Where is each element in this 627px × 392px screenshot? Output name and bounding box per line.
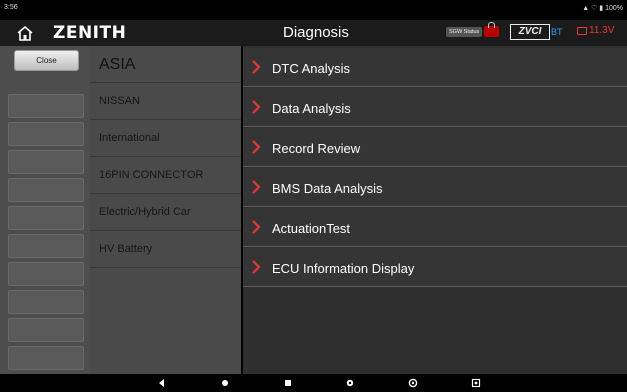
function-label: DTC Analysis bbox=[272, 61, 351, 76]
function-label: BMS Data Analysis bbox=[272, 181, 383, 196]
signal-icon: ▲ ♡ ▮ bbox=[582, 5, 604, 12]
status-bar: 3:56 ▲ ♡ ▮ 100% bbox=[0, 0, 627, 20]
bluetooth-label: BT bbox=[551, 27, 563, 37]
sgw-status[interactable]: SGW Status bbox=[446, 22, 500, 37]
back-icon[interactable] bbox=[156, 377, 168, 389]
function-item-bms-data-analysis[interactable]: BMS Data Analysis bbox=[243, 168, 627, 207]
side-slot bbox=[8, 262, 84, 286]
side-slot bbox=[8, 346, 84, 370]
side-slot bbox=[8, 318, 84, 342]
voltage-value: 11.3V bbox=[589, 25, 615, 36]
page-title: Diagnosis bbox=[283, 24, 349, 41]
side-slot bbox=[8, 122, 84, 146]
system-nav-bar bbox=[0, 374, 627, 392]
status-indicators: ▲ ♡ ▮ 100% bbox=[582, 4, 623, 12]
chevron-right-icon bbox=[252, 220, 261, 234]
side-slot bbox=[8, 94, 84, 118]
function-list: DTC Analysis Data Analysis Record Review… bbox=[243, 46, 627, 374]
chevron-right-icon bbox=[252, 140, 261, 154]
app-header: ZENITH Diagnosis SGW Status ZVCI BT 11.3… bbox=[0, 20, 627, 46]
chevron-right-icon bbox=[252, 180, 261, 194]
car-battery-icon bbox=[577, 26, 587, 35]
breadcrumb-item-connector[interactable]: 16PIN CONNECTOR bbox=[90, 157, 241, 194]
brand-logo: ZENITH bbox=[53, 23, 127, 43]
settings-icon[interactable] bbox=[344, 377, 356, 389]
function-label: ECU Information Display bbox=[272, 261, 415, 276]
breadcrumb-item-market[interactable]: International bbox=[90, 120, 241, 157]
left-action-panel: Close bbox=[0, 46, 90, 374]
home-icon[interactable] bbox=[16, 25, 34, 41]
function-label: Data Analysis bbox=[272, 101, 351, 116]
function-item-actuation-test[interactable]: ActuationTest bbox=[243, 208, 627, 247]
breadcrumb-item-make[interactable]: NISSAN bbox=[90, 83, 241, 120]
screenshot-icon[interactable] bbox=[470, 377, 482, 389]
home-nav-icon[interactable] bbox=[219, 377, 231, 389]
battery-percent: 100% bbox=[605, 5, 623, 12]
breadcrumb: ASIA NISSAN International 16PIN CONNECTO… bbox=[90, 46, 241, 374]
browser-icon[interactable] bbox=[407, 377, 419, 389]
function-item-record-review[interactable]: Record Review bbox=[243, 128, 627, 167]
status-time: 3:56 bbox=[4, 4, 18, 11]
breadcrumb-item-region[interactable]: ASIA bbox=[90, 46, 241, 83]
function-item-dtc-analysis[interactable]: DTC Analysis bbox=[243, 48, 627, 87]
chevron-right-icon bbox=[252, 260, 261, 274]
function-label: ActuationTest bbox=[272, 221, 351, 236]
close-button[interactable]: Close bbox=[14, 50, 79, 71]
side-slot bbox=[8, 206, 84, 230]
vci-badge[interactable]: ZVCI bbox=[510, 24, 550, 40]
voltage-indicator: 11.3V bbox=[577, 25, 614, 36]
function-item-ecu-information[interactable]: ECU Information Display bbox=[243, 248, 627, 287]
chevron-right-icon bbox=[252, 100, 261, 114]
lock-icon bbox=[484, 22, 500, 37]
breadcrumb-item-system[interactable]: HV Battery bbox=[90, 231, 241, 268]
recents-icon[interactable] bbox=[282, 377, 294, 389]
sgw-status-label: SGW Status bbox=[446, 26, 483, 37]
side-slot bbox=[8, 150, 84, 174]
function-item-data-analysis[interactable]: Data Analysis bbox=[243, 88, 627, 127]
breadcrumb-item-vehicle-type[interactable]: Electric/Hybrid Car bbox=[90, 194, 241, 231]
side-slot bbox=[8, 290, 84, 314]
chevron-right-icon bbox=[252, 60, 261, 74]
function-label: Record Review bbox=[272, 141, 361, 156]
side-slot bbox=[8, 178, 84, 202]
side-slot bbox=[8, 234, 84, 258]
